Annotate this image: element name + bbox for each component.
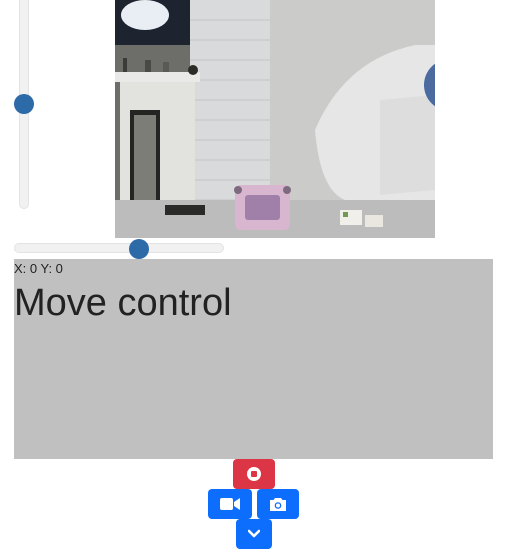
camera-feed: [115, 0, 435, 238]
photo-button[interactable]: [257, 489, 299, 519]
collapse-toggle-button[interactable]: [236, 519, 272, 549]
video-button[interactable]: [208, 489, 252, 519]
stop-circle-icon: [247, 467, 261, 481]
chevron-down-icon: [248, 529, 260, 538]
camera-icon: [270, 498, 286, 511]
horizontal-slider-thumb[interactable]: [129, 239, 149, 259]
coordinates-readout: X: 0 Y: 0: [14, 261, 63, 276]
robot-control-page: Move control X: 0 Y: 0: [0, 0, 507, 560]
video-camera-icon: [220, 498, 240, 510]
move-control-title: Move control: [14, 282, 232, 324]
record-button[interactable]: [233, 459, 275, 489]
horizontal-slider-track[interactable]: [14, 243, 224, 253]
move-control-pad[interactable]: Move control: [14, 259, 493, 459]
vertical-slider-thumb[interactable]: [14, 94, 34, 114]
